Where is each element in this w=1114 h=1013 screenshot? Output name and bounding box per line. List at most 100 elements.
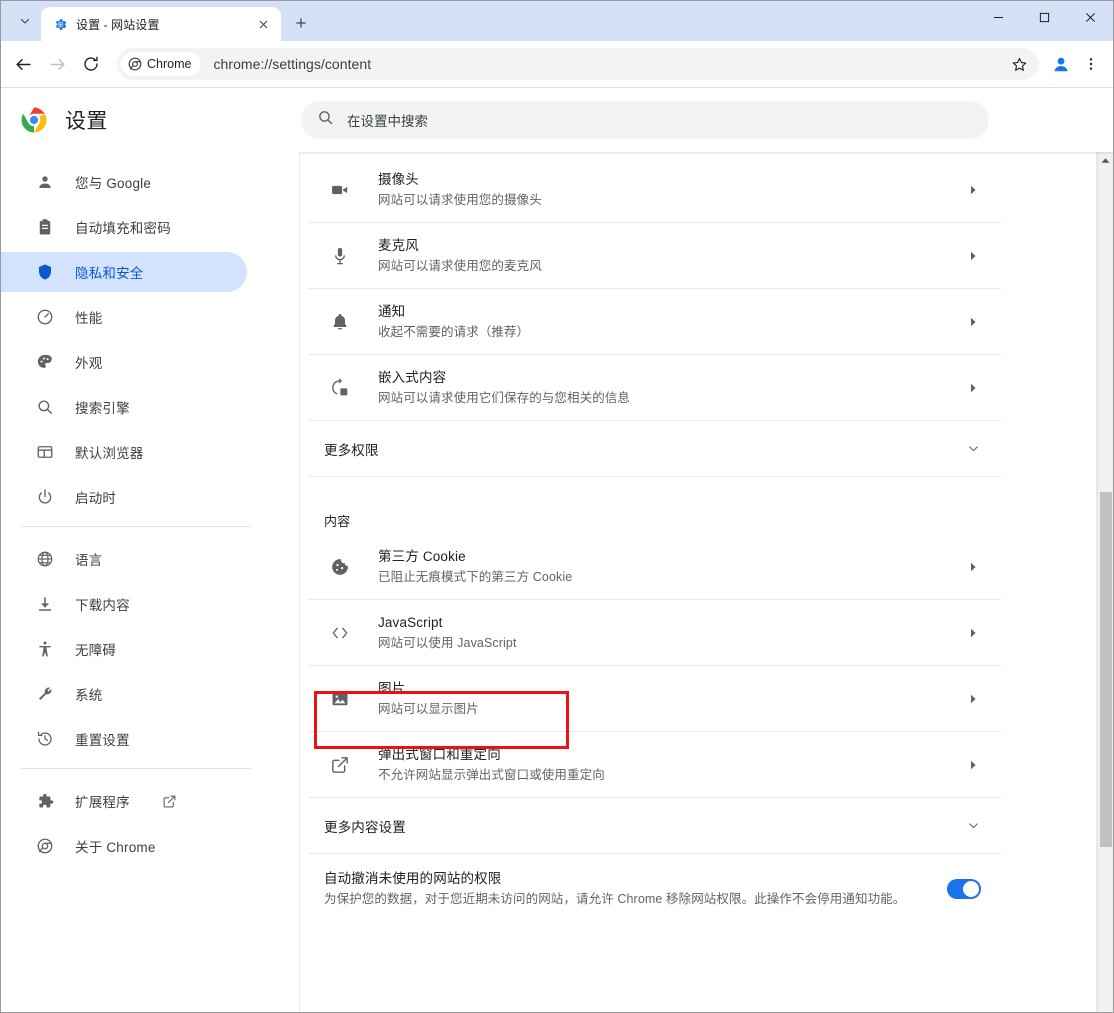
search-placeholder: 在设置中搜索 <box>347 114 428 129</box>
setting-row-microphone[interactable]: 麦克风 网站可以请求使用您的麦克风 <box>308 223 1001 289</box>
address-bar-url[interactable]: chrome://settings/content <box>201 56 1005 72</box>
sidebar-item-label: 关于 Chrome <box>75 840 156 855</box>
row-title: JavaScript <box>378 614 443 630</box>
sidebar-item-label: 外观 <box>75 356 103 371</box>
browser-tab[interactable]: 设置 - 网站设置 <box>41 7 281 41</box>
power-icon <box>35 487 55 507</box>
scroll-shadow <box>300 152 1113 155</box>
omnibox[interactable]: Chrome chrome://settings/content <box>117 48 1039 80</box>
row-title: 图片 <box>378 680 406 696</box>
settings-gear-icon <box>52 16 68 32</box>
sidebar-item-extensions[interactable]: 扩展程序 <box>1 781 247 821</box>
globe-icon <box>35 549 55 569</box>
embedded-content-icon <box>328 376 352 400</box>
image-icon <box>328 687 352 711</box>
download-icon <box>35 594 55 614</box>
sidebar-item-on-startup[interactable]: 启动时 <box>1 477 247 517</box>
chevron-right-icon[interactable] <box>961 562 985 572</box>
expander-more-permissions[interactable]: 更多权限 <box>308 421 1001 477</box>
settings-sidebar: 您与 Google 自动填充和密码 隐私和安全 性能 外观 搜索引擎 默认浏览器… <box>1 152 300 1012</box>
sidebar-item-performance[interactable]: 性能 <box>1 297 247 337</box>
origin-chip-label: Chrome <box>147 57 192 71</box>
sidebar-item-system[interactable]: 系统 <box>1 674 247 714</box>
sidebar-item-accessibility[interactable]: 无障碍 <box>1 629 247 669</box>
setting-row-images[interactable]: 图片 网站可以显示图片 <box>308 666 1001 732</box>
search-icon <box>35 397 55 417</box>
three-dot-menu-icon[interactable] <box>1077 48 1105 80</box>
clipboard-icon <box>35 217 55 237</box>
sidebar-item-autofill-passwords[interactable]: 自动填充和密码 <box>1 207 247 247</box>
reload-icon[interactable] <box>75 48 107 80</box>
sidebar-item-default-browser[interactable]: 默认浏览器 <box>1 432 247 472</box>
chevron-right-icon[interactable] <box>961 383 985 393</box>
popup-redirect-icon <box>328 753 352 777</box>
tab-search-icon[interactable] <box>11 7 39 35</box>
new-tab-button[interactable] <box>287 9 315 37</box>
scrollbar-thumb[interactable] <box>1100 492 1112 847</box>
row-subtitle: 网站可以请求使用您的摄像头 <box>378 192 542 207</box>
chevron-right-icon[interactable] <box>961 185 985 195</box>
minimize-button[interactable] <box>975 1 1021 33</box>
auto-revoke-toggle[interactable] <box>947 879 981 899</box>
tab-strip: 设置 - 网站设置 <box>1 1 1113 41</box>
row-title: 摄像头 <box>378 171 419 187</box>
arrow-forward-icon[interactable] <box>41 48 73 80</box>
chevron-right-icon[interactable] <box>961 317 985 327</box>
chrome-outline-icon <box>128 57 142 71</box>
sidebar-item-label: 下载内容 <box>75 598 130 613</box>
sidebar-divider <box>21 526 251 527</box>
row-subtitle: 收起不需要的请求（推荐） <box>378 324 530 339</box>
chevron-down-icon[interactable] <box>961 442 985 455</box>
sidebar-item-privacy-security[interactable]: 隐私和安全 <box>1 252 247 292</box>
chrome-logo-icon <box>21 107 47 133</box>
sidebar-item-about-chrome[interactable]: 关于 Chrome <box>1 826 247 866</box>
search-icon <box>317 109 334 131</box>
sidebar-item-reset-settings[interactable]: 重置设置 <box>1 719 247 759</box>
cookie-icon <box>328 555 352 579</box>
setting-row-notifications[interactable]: 通知 收起不需要的请求（推荐） <box>308 289 1001 355</box>
close-icon[interactable] <box>253 14 273 34</box>
profile-avatar-icon[interactable] <box>1047 50 1075 78</box>
sidebar-item-languages[interactable]: 语言 <box>1 539 247 579</box>
arrow-back-icon[interactable] <box>7 48 39 80</box>
sidebar-item-label: 系统 <box>75 688 103 703</box>
row-subtitle: 网站可以请求使用它们保存的与您相关的信息 <box>378 390 631 405</box>
sidebar-item-label: 搜索引擎 <box>75 401 130 416</box>
row-subtitle: 已阻止无痕模式下的第三方 Cookie <box>378 569 573 584</box>
close-window-button[interactable] <box>1067 1 1113 33</box>
site-settings-card: 摄像头 网站可以请求使用您的摄像头 麦克风 网站可以请求使用您的麦克风 通知 收… <box>308 157 1001 926</box>
row-title: 嵌入式内容 <box>378 369 447 385</box>
sidebar-item-search-engine[interactable]: 搜索引擎 <box>1 387 247 427</box>
chevron-down-icon[interactable] <box>961 819 985 832</box>
chevron-right-icon[interactable] <box>961 760 985 770</box>
sidebar-item-you-and-google[interactable]: 您与 Google <box>1 162 247 202</box>
expander-label: 更多权限 <box>324 442 379 458</box>
content-scrollbar[interactable] <box>1097 152 1113 1012</box>
section-heading-content: 内容 <box>324 514 351 529</box>
speedometer-icon <box>35 307 55 327</box>
bookmark-star-icon[interactable] <box>1005 50 1033 78</box>
page-title: 设置 <box>65 110 108 133</box>
expander-more-content-settings[interactable]: 更多内容设置 <box>308 798 1001 854</box>
row-title: 麦克风 <box>378 237 419 253</box>
microphone-icon <box>328 244 352 268</box>
setting-row-third-party-cookies[interactable]: 第三方 Cookie 已阻止无痕模式下的第三方 Cookie <box>308 534 1001 600</box>
maximize-button[interactable] <box>1021 1 1067 33</box>
tab-title: 设置 - 网站设置 <box>76 17 160 32</box>
setting-row-auto-revoke-permissions[interactable]: 自动撤消未使用的网站的权限 为保护您的数据，对于您近期未访问的网站，请允许 Ch… <box>308 854 1001 926</box>
setting-row-javascript[interactable]: JavaScript 网站可以使用 JavaScript <box>308 600 1001 666</box>
puzzle-icon <box>35 791 55 811</box>
setting-row-embedded-content[interactable]: 嵌入式内容 网站可以请求使用它们保存的与您相关的信息 <box>308 355 1001 421</box>
chevron-right-icon[interactable] <box>961 251 985 261</box>
search-input[interactable]: 在设置中搜索 <box>301 101 989 139</box>
chevron-right-icon[interactable] <box>961 694 985 704</box>
setting-row-popups-redirects[interactable]: 弹出式窗口和重定向 不允许网站显示弹出式窗口或使用重定向 <box>308 732 1001 798</box>
sidebar-item-label: 扩展程序 <box>75 795 130 810</box>
setting-row-camera[interactable]: 摄像头 网站可以请求使用您的摄像头 <box>308 157 1001 223</box>
sidebar-item-label: 无障碍 <box>75 643 117 658</box>
chevron-right-icon[interactable] <box>961 628 985 638</box>
sidebar-item-label: 您与 Google <box>75 176 152 191</box>
sidebar-item-appearance[interactable]: 外观 <box>1 342 247 382</box>
code-brackets-icon <box>328 621 352 645</box>
sidebar-item-downloads[interactable]: 下载内容 <box>1 584 247 624</box>
